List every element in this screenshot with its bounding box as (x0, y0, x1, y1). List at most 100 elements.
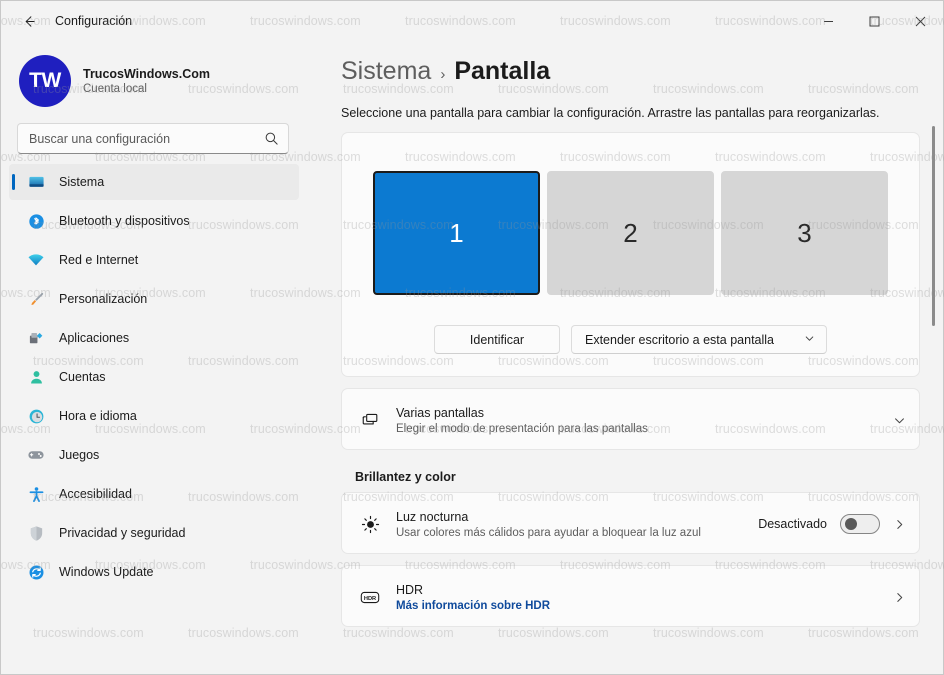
night-light-card: Luz nocturna Usar colores más cálidos pa… (341, 492, 920, 554)
sidebar-item-cuentas[interactable]: Cuentas (9, 359, 299, 395)
window-body: TW TrucosWindows.Com Cuenta local Buscar… (1, 41, 943, 674)
sidebar-item-privacidad[interactable]: Privacidad y seguridad (9, 515, 299, 551)
sidebar-item-label: Accesibilidad (59, 487, 132, 501)
maximize-button[interactable] (851, 1, 897, 41)
update-icon (27, 563, 45, 581)
back-button[interactable] (9, 5, 49, 37)
clock-icon (27, 407, 45, 425)
window-title: Configuración (55, 14, 133, 28)
sidebar-item-windows-update[interactable]: Windows Update (9, 554, 299, 590)
settings-list: 1 2 3 Identificar Extender escritorio a … (327, 132, 943, 627)
night-light-text: Luz nocturna Usar colores más cálidos pa… (396, 510, 701, 539)
paintbrush-icon (27, 290, 45, 308)
bluetooth-icon (27, 212, 45, 230)
sidebar-item-label: Sistema (59, 175, 105, 189)
hdr-learn-more-link[interactable]: Más información sobre HDR (396, 600, 550, 612)
minimize-icon (823, 20, 833, 22)
sidebar-item-label: Windows Update (59, 565, 154, 579)
row-subtitle: Usar colores más cálidos para ayudar a b… (396, 526, 701, 539)
breadcrumb: Sistema › Pantalla (327, 41, 943, 86)
chevron-down-icon (804, 333, 815, 347)
monitor-1[interactable]: 1 (373, 171, 540, 295)
picker-actions: Identificar Extender escritorio a esta p… (434, 325, 827, 354)
sidebar-item-juegos[interactable]: Juegos (9, 437, 299, 473)
display-mode-value: Extender escritorio a esta pantalla (585, 332, 774, 347)
toggle-knob (845, 518, 857, 530)
search-box[interactable] (17, 123, 289, 154)
monitor-icon (27, 173, 45, 191)
sidebar-item-sistema[interactable]: Sistema (9, 164, 299, 200)
row-title: Luz nocturna (396, 509, 469, 524)
sidebar-item-accesibilidad[interactable]: Accesibilidad (9, 476, 299, 512)
sidebar: TW TrucosWindows.Com Cuenta local Buscar… (1, 41, 313, 674)
settings-window: Configuración TW TrucosWindows.Com Cuent… (0, 0, 944, 675)
account-tile[interactable]: TW TrucosWindows.Com Cuenta local (1, 41, 305, 121)
account-text: TrucosWindows.Com Cuenta local (83, 67, 210, 95)
sidebar-item-label: Red e Internet (59, 253, 139, 267)
scrollbar-thumb[interactable] (932, 126, 935, 326)
hdr-text: HDR Más información sobre HDR (396, 583, 550, 612)
minimize-button[interactable] (805, 1, 851, 41)
breadcrumb-separator: › (440, 66, 446, 83)
search-input[interactable] (29, 131, 264, 146)
scrollbar[interactable] (928, 41, 940, 674)
hdr-row[interactable]: HDR HDR Más información sobre HDR (342, 566, 919, 628)
intro-text: Seleccione una pantalla para cambiar la … (341, 106, 880, 120)
row-actions: Desactivado (758, 514, 906, 534)
arrow-left-icon (25, 15, 35, 27)
night-light-toggle[interactable] (840, 514, 880, 534)
monitor-3[interactable]: 3 (721, 171, 888, 295)
hdr-card: HDR HDR Más información sobre HDR (341, 565, 920, 627)
sidebar-item-label: Personalización (59, 292, 148, 306)
monitor-arrangement: 1 2 3 (373, 171, 888, 295)
row-actions (893, 591, 906, 604)
chevron-right-icon[interactable] (893, 591, 906, 604)
brightness-sun-icon (359, 513, 381, 535)
row-title: HDR (396, 582, 424, 597)
wifi-icon (27, 251, 45, 269)
sidebar-item-aplicaciones[interactable]: Aplicaciones (9, 320, 299, 356)
maximize-icon (869, 16, 879, 26)
multiple-displays-text: Varias pantallas Elegir el modo de prese… (396, 406, 648, 435)
account-name: TrucosWindows.Com (83, 67, 210, 81)
close-button[interactable] (897, 1, 943, 41)
sidebar-item-label: Hora e idioma (59, 409, 137, 423)
display-picker-card: 1 2 3 Identificar Extender escritorio a … (341, 132, 920, 377)
sidebar-item-red[interactable]: Red e Internet (9, 242, 299, 278)
sidebar-item-personalizacion[interactable]: Personalización (9, 281, 299, 317)
chevron-down-icon[interactable] (893, 414, 906, 427)
caption-buttons (805, 1, 943, 41)
row-title: Varias pantallas (396, 405, 485, 420)
night-light-row[interactable]: Luz nocturna Usar colores más cálidos pa… (342, 493, 919, 555)
night-light-state: Desactivado (758, 517, 827, 531)
sidebar-item-label: Aplicaciones (59, 331, 130, 345)
multiple-displays-card: Varias pantallas Elegir el modo de prese… (341, 388, 920, 450)
title-bar: Configuración (1, 1, 943, 41)
person-icon (27, 368, 45, 386)
page-title: Pantalla (454, 57, 551, 85)
sidebar-item-label: Cuentas (59, 370, 106, 384)
gamepad-icon (27, 446, 45, 464)
shield-icon (27, 524, 45, 542)
sidebar-item-label: Privacidad y seguridad (59, 526, 186, 540)
account-subtitle: Cuenta local (83, 83, 147, 95)
sidebar-item-hora[interactable]: Hora e idioma (9, 398, 299, 434)
display-mode-dropdown[interactable]: Extender escritorio a esta pantalla (571, 325, 827, 354)
sidebar-item-label: Juegos (59, 448, 100, 462)
identify-button[interactable]: Identificar (434, 325, 560, 354)
close-icon (915, 16, 925, 26)
sidebar-item-bluetooth[interactable]: Bluetooth y dispositivos (9, 203, 299, 239)
monitor-2[interactable]: 2 (547, 171, 714, 295)
breadcrumb-parent[interactable]: Sistema (341, 57, 431, 86)
row-actions (893, 414, 906, 427)
search-icon (264, 131, 279, 146)
accessibility-icon (27, 485, 45, 503)
svg-text:HDR: HDR (364, 595, 376, 601)
multiple-displays-icon (359, 409, 381, 431)
main-content: Sistema › Pantalla Seleccione una pantal… (313, 41, 943, 674)
avatar: TW (19, 55, 71, 107)
hdr-icon: HDR (359, 586, 381, 608)
chevron-right-icon[interactable] (893, 518, 906, 531)
sidebar-item-label: Bluetooth y dispositivos (59, 214, 190, 228)
multiple-displays-row[interactable]: Varias pantallas Elegir el modo de prese… (342, 389, 919, 451)
